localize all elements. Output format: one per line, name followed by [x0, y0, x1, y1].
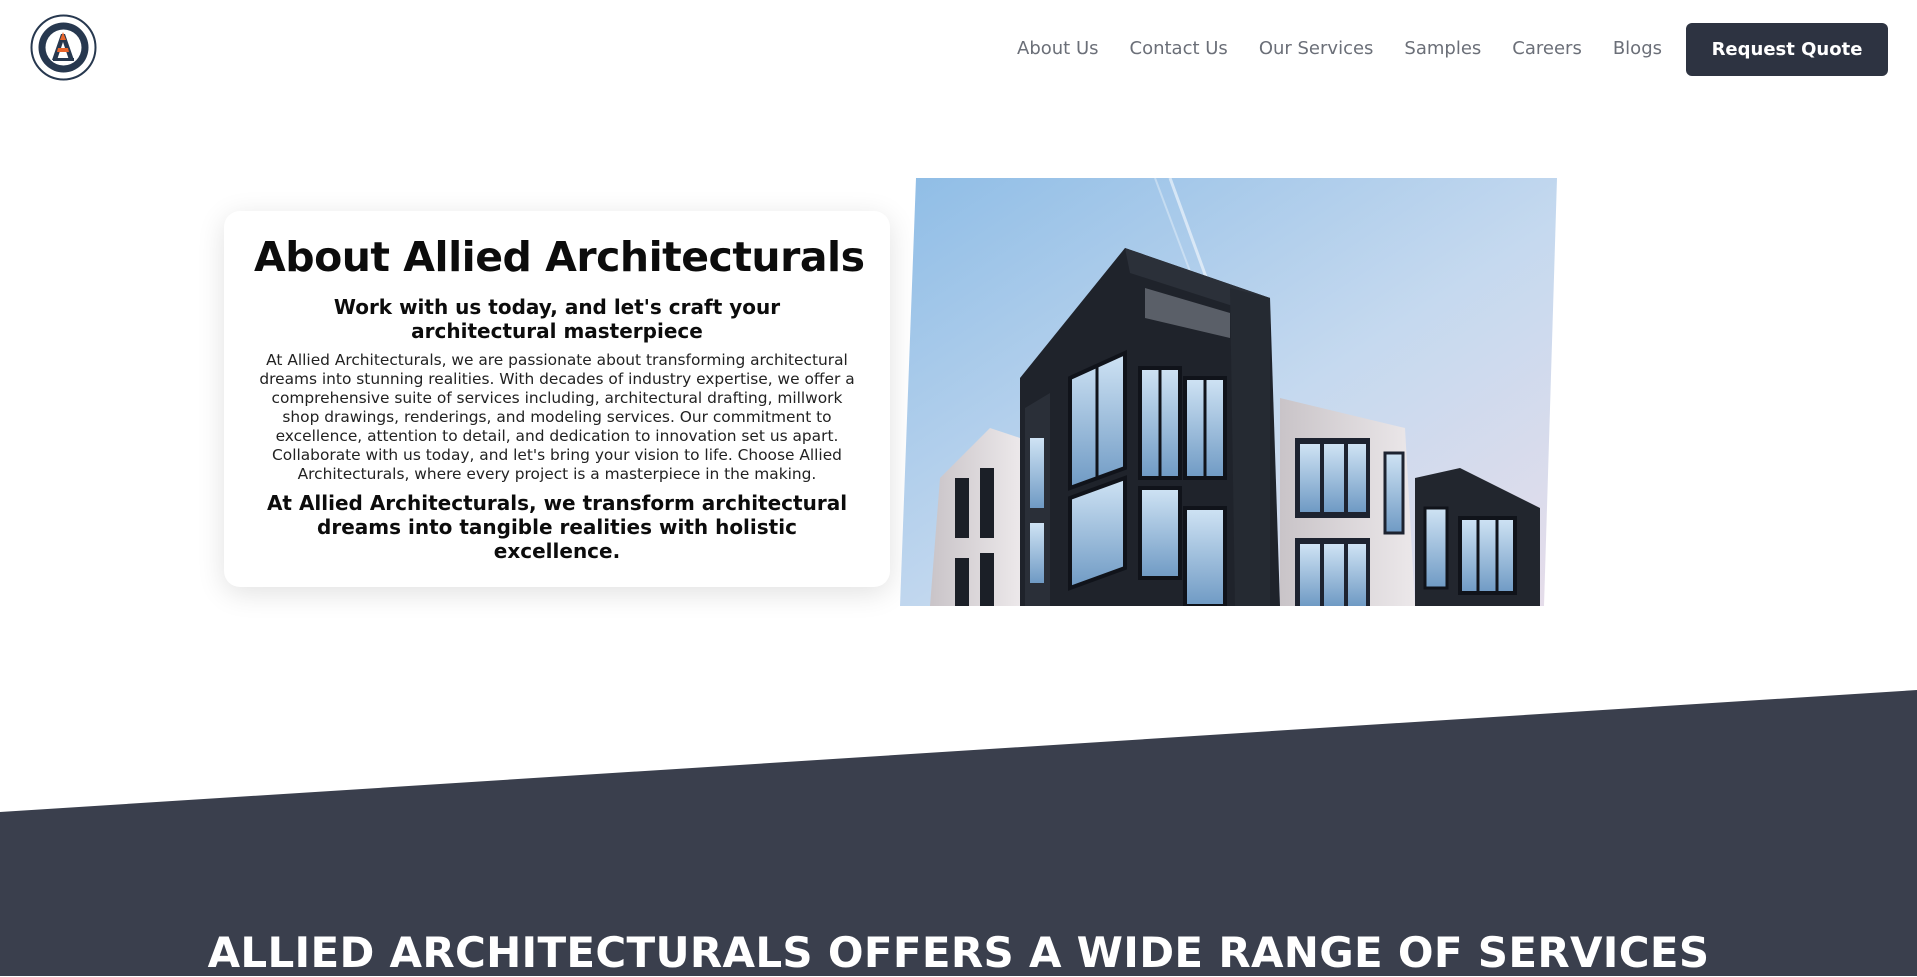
nav-blogs[interactable]: Blogs [1613, 38, 1662, 59]
nav-careers[interactable]: Careers [1512, 38, 1582, 59]
about-title: About Allied Architecturals [254, 233, 865, 281]
nav-contact-us[interactable]: Contact Us [1130, 38, 1228, 59]
nav-about-us[interactable]: About Us [1017, 38, 1099, 59]
nav-our-services[interactable]: Our Services [1259, 38, 1374, 59]
brand-logo[interactable] [30, 14, 97, 81]
modern-building-photo-icon [900, 178, 1557, 606]
request-quote-button[interactable]: Request Quote [1686, 23, 1888, 76]
allied-architecturals-logo-icon [30, 14, 97, 81]
about-subtitle: Work with us today, and let's craft your… [333, 295, 781, 343]
about-card: About Allied Architecturals Work with us… [224, 211, 890, 587]
services-heading: ALLIED ARCHITECTURALS OFFERS A WIDE RANG… [207, 928, 1710, 977]
main-nav: About Us Contact Us Our Services Samples… [1017, 38, 1662, 59]
about-body: At Allied Architecturals, we are passion… [259, 351, 855, 483]
site-header: About Us Contact Us Our Services Samples… [0, 0, 1917, 100]
services-section: ALLIED ARCHITECTURALS OFFERS A WIDE RANG… [0, 688, 1917, 977]
hero-building-image [900, 178, 1557, 606]
nav-samples[interactable]: Samples [1404, 38, 1481, 59]
about-tagline: At Allied Architecturals, we transform a… [266, 491, 848, 563]
